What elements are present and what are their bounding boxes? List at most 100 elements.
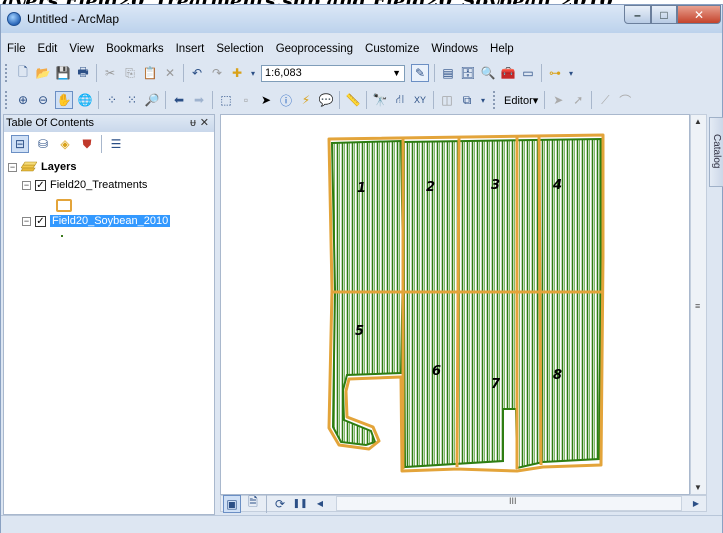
title-bar[interactable]: Untitled - ArcMap – □ ✕: [1, 5, 722, 33]
menu-geoprocessing[interactable]: Geoprocessing: [270, 43, 359, 55]
zoom-in-icon[interactable]: ⊕: [15, 92, 31, 108]
forward-extent-icon[interactable]: ➡: [191, 92, 207, 108]
select-elements-icon[interactable]: ➤: [258, 92, 274, 108]
full-extent-icon[interactable]: 🌐: [77, 92, 93, 108]
scroll-up-icon[interactable]: ▲: [694, 117, 702, 126]
scroll-right-icon[interactable]: ▶: [688, 496, 704, 512]
arcmap-app-icon[interactable]: [7, 12, 21, 26]
find-icon[interactable]: 🔭: [372, 92, 388, 108]
toolbar-grip[interactable]: [5, 91, 10, 109]
add-data-dropdown-icon[interactable]: ▾: [249, 65, 257, 81]
end-point-arc-icon[interactable]: ⌒: [617, 92, 633, 108]
menu-view[interactable]: View: [63, 43, 100, 55]
toolbar-grip[interactable]: [493, 91, 498, 109]
polygon-symbol-swatch[interactable]: [56, 199, 72, 212]
fixed-zoom-out-icon[interactable]: ⁙: [124, 92, 140, 108]
html-popup-icon[interactable]: 💬: [318, 92, 334, 108]
layer-row-treatments[interactable]: − ✓ Field20_Treatments: [22, 177, 147, 193]
map-scale-select[interactable]: 1:6,083 ▼: [261, 64, 405, 82]
undo-icon[interactable]: ↶: [189, 65, 205, 81]
print-icon[interactable]: 🖶: [75, 65, 91, 81]
menu-insert[interactable]: Insert: [170, 43, 211, 55]
paste-icon[interactable]: 📋: [142, 65, 158, 81]
go-to-xy-icon[interactable]: XY: [412, 92, 428, 108]
search-window-icon[interactable]: 🔍: [480, 65, 496, 81]
zoom-to-layer-icon[interactable]: 🔎: [144, 92, 160, 108]
collapse-icon[interactable]: −: [22, 216, 31, 226]
collapse-icon[interactable]: −: [8, 162, 17, 172]
editor-toolbar-icon[interactable]: ✎: [411, 64, 429, 82]
table-of-contents-icon[interactable]: ▤: [440, 65, 456, 81]
edit-tool-icon[interactable]: ➤: [550, 92, 566, 108]
save-icon[interactable]: 💾: [55, 65, 71, 81]
find-route-icon[interactable]: ⛙: [392, 92, 408, 108]
layer-visibility-checkbox[interactable]: ✓: [35, 215, 46, 227]
menu-windows[interactable]: Windows: [425, 43, 484, 55]
zoom-out-icon[interactable]: ⊖: [35, 92, 51, 108]
menu-bookmarks[interactable]: Bookmarks: [100, 43, 170, 55]
model-builder-icon[interactable]: ⊶: [547, 65, 563, 81]
time-slider-icon[interactable]: ◫: [439, 92, 455, 108]
layout-view-icon[interactable]: 🗎: [245, 495, 261, 512]
catalog-window-icon[interactable]: 🗄: [460, 65, 476, 81]
toolbar-overflow-icon[interactable]: ▾: [479, 92, 487, 108]
close-icon[interactable]: ✕: [200, 115, 209, 132]
layer-row-soybean[interactable]: − ✓ Field20_Soybean_2010: [22, 213, 171, 229]
editor-menu-button[interactable]: Editor▾: [501, 94, 541, 107]
menu-help[interactable]: Help: [484, 43, 520, 55]
straight-segment-icon[interactable]: ⟋: [597, 92, 613, 108]
list-by-selection-icon[interactable]: ⛊: [79, 136, 95, 152]
toolbar-grip[interactable]: [5, 64, 10, 82]
open-folder-icon[interactable]: 📂: [35, 65, 51, 81]
copy-icon[interactable]: ⎘: [122, 65, 138, 81]
layer-name[interactable]: Field20_Treatments: [50, 179, 147, 191]
pin-icon[interactable]: ᵾ: [190, 115, 196, 132]
measure-icon[interactable]: 📏: [345, 92, 361, 108]
menu-selection[interactable]: Selection: [210, 43, 269, 55]
list-by-source-icon[interactable]: ⛁: [35, 136, 51, 152]
scroll-grip-icon[interactable]: III: [509, 496, 517, 506]
delete-icon[interactable]: ✕: [162, 65, 178, 81]
fixed-zoom-in-icon[interactable]: ⁘: [104, 92, 120, 108]
redo-icon[interactable]: ↷: [209, 65, 225, 81]
arctoolbox-icon[interactable]: 🧰: [500, 65, 516, 81]
add-data-icon[interactable]: ✚: [229, 65, 245, 81]
toolbar-overflow-icon[interactable]: ▾: [567, 65, 575, 81]
map-horizontal-scrollbar[interactable]: III: [336, 496, 682, 511]
scroll-down-icon[interactable]: ▼: [694, 483, 702, 492]
layers-root[interactable]: − Layers: [8, 159, 76, 175]
create-viewer-icon[interactable]: ⧉: [459, 92, 475, 108]
map-view[interactable]: 1 2 3 4 5 6 7 8: [220, 114, 690, 495]
collapse-icon[interactable]: −: [22, 180, 31, 190]
map-canvas[interactable]: [221, 115, 689, 494]
select-features-icon[interactable]: ⬚: [218, 92, 234, 108]
pause-drawing-icon[interactable]: ❚❚: [292, 496, 308, 512]
minimize-button[interactable]: –: [624, 5, 651, 24]
catalog-tab[interactable]: Catalog: [709, 117, 723, 187]
cut-icon[interactable]: ✂: [102, 65, 118, 81]
maximize-button[interactable]: □: [651, 5, 677, 24]
python-window-icon[interactable]: ▭: [520, 65, 536, 81]
close-button[interactable]: ✕: [677, 5, 721, 24]
refresh-icon[interactable]: ⟳: [272, 496, 288, 512]
list-by-drawing-order-icon[interactable]: ⊟: [11, 135, 29, 153]
scroll-grip-icon[interactable]: ≡: [695, 301, 700, 311]
pan-icon[interactable]: ✋: [55, 91, 73, 109]
chevron-down-icon[interactable]: ▼: [392, 66, 401, 81]
map-vertical-scrollbar[interactable]: ▲ ≡ ▼: [690, 114, 707, 495]
point-symbol-swatch[interactable]: [61, 235, 63, 237]
identify-icon[interactable]: ⓘ: [278, 92, 294, 108]
clear-selection-icon[interactable]: ▫: [238, 92, 254, 108]
options-icon[interactable]: ☰: [108, 136, 124, 152]
edit-annotation-icon[interactable]: ➚: [570, 92, 586, 108]
menu-edit[interactable]: Edit: [32, 43, 64, 55]
layer-visibility-checkbox[interactable]: ✓: [35, 179, 46, 191]
back-extent-icon[interactable]: ⬅: [171, 92, 187, 108]
layer-name[interactable]: Field20_Soybean_2010: [50, 215, 171, 227]
menu-customize[interactable]: Customize: [359, 43, 425, 55]
list-by-visibility-icon[interactable]: ◈: [57, 136, 73, 152]
new-document-icon[interactable]: 🗋: [15, 65, 31, 81]
scroll-left-icon[interactable]: ◀: [312, 496, 328, 512]
hyperlink-icon[interactable]: ⚡: [298, 92, 314, 108]
menu-file[interactable]: File: [1, 43, 32, 55]
